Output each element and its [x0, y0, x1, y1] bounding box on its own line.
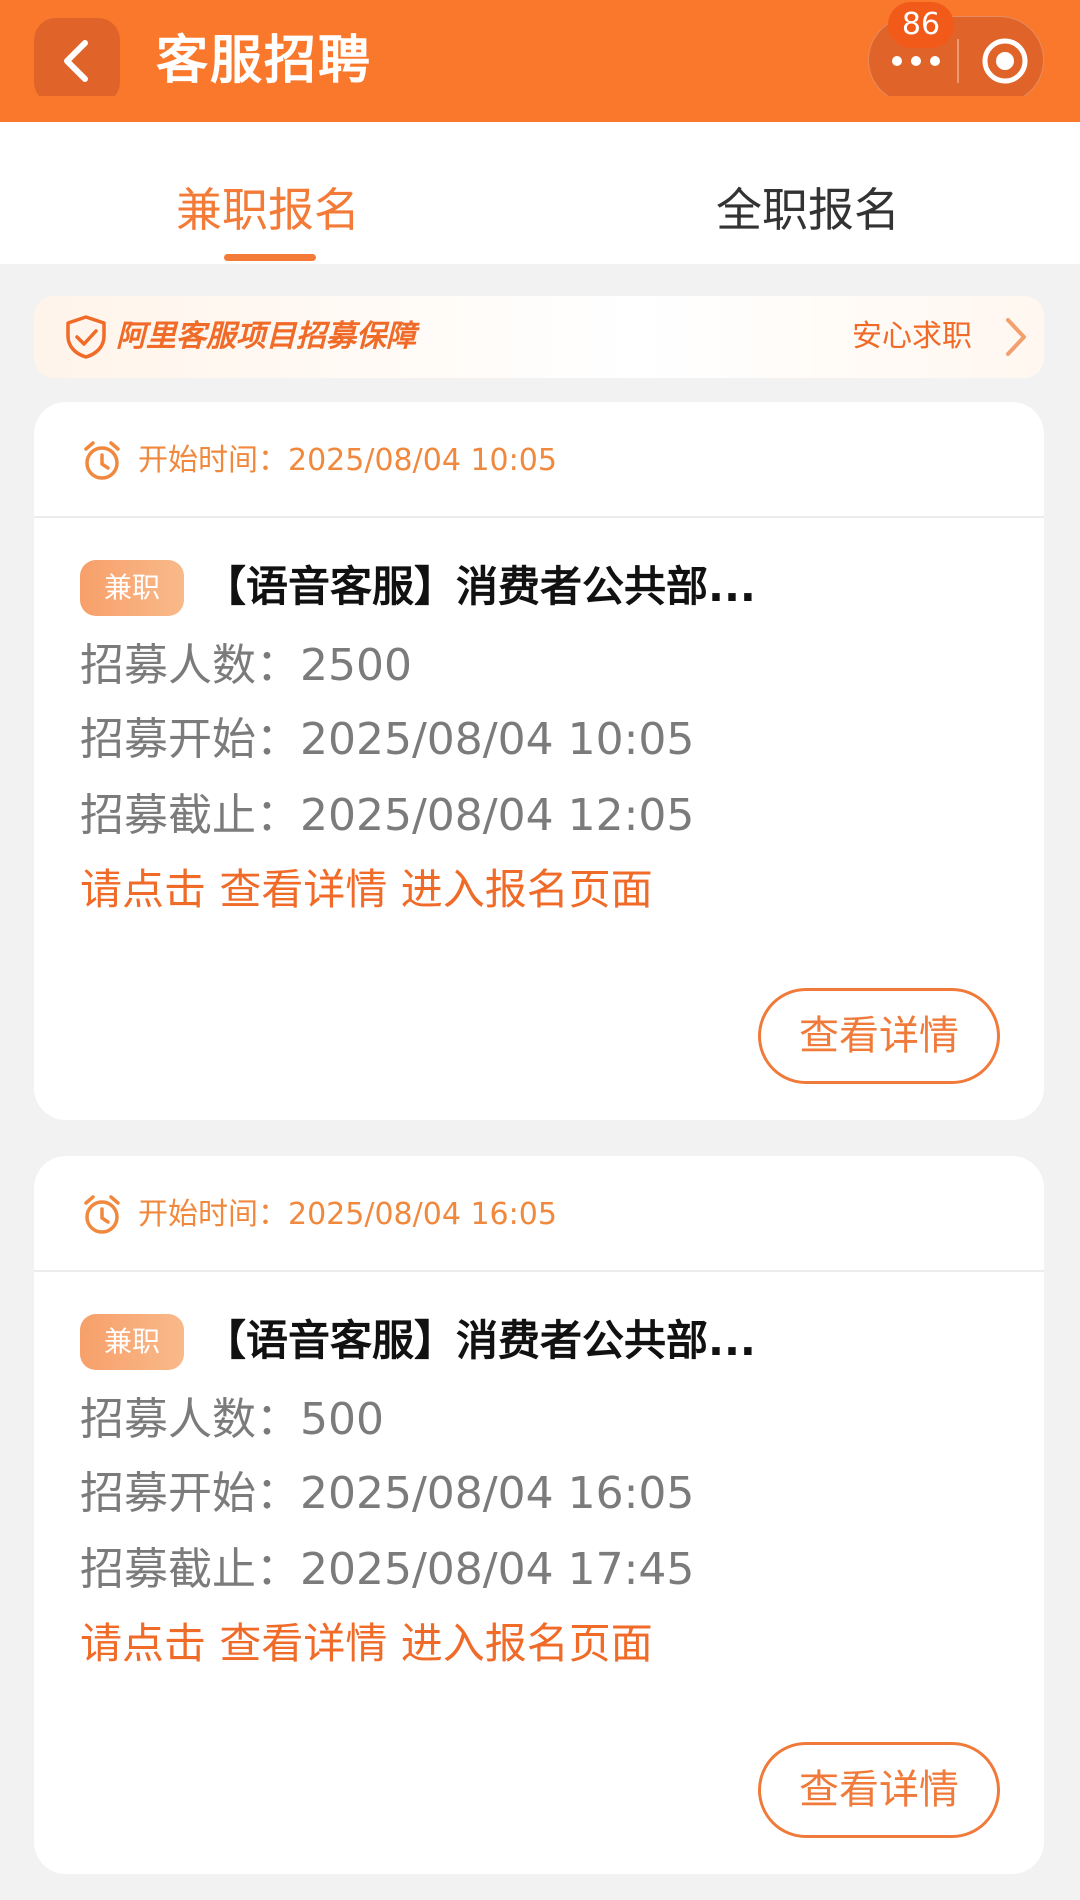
tab-part-time[interactable]: 兼职报名 — [176, 180, 360, 240]
alarm-clock-icon — [84, 1195, 120, 1234]
click-hint: 请点击 查看详情 进入报名页面 — [80, 865, 653, 914]
job-type-tag: 兼职 — [80, 560, 184, 616]
tab-full-time[interactable]: 全职报名 — [716, 180, 900, 240]
chevron-right-icon — [1006, 318, 1026, 356]
guarantee-link[interactable]: 安心求职 — [852, 314, 972, 360]
view-details-button[interactable]: 查看详情 — [758, 1742, 1000, 1838]
card-header: 开始时间：2025/08/04 10:05 — [34, 402, 1044, 518]
page-title: 客服招聘 — [156, 31, 373, 91]
job-title: 【语音客服】消费者公共部... — [204, 1316, 756, 1365]
active-tab-indicator — [224, 254, 316, 261]
card-header: 开始时间：2025/08/04 16:05 — [34, 1156, 1044, 1272]
bottom-strip — [0, 1874, 1080, 1900]
job-card[interactable]: 开始时间：2025/08/04 16:05 兼职 【语音客服】消费者公共部...… — [34, 1156, 1044, 1874]
capsule-divider — [957, 39, 959, 83]
back-arrow-icon — [64, 40, 88, 82]
more-dots-icon[interactable] — [891, 51, 941, 71]
back-button[interactable] — [34, 18, 120, 104]
recruit-start: 招募开始：2025/08/04 16:05 — [80, 1468, 695, 1519]
recruit-end: 招募截止：2025/08/04 12:05 — [80, 790, 695, 841]
alarm-clock-icon — [84, 441, 120, 480]
job-card[interactable]: 开始时间：2025/08/04 10:05 兼职 【语音客服】消费者公共部...… — [34, 402, 1044, 1120]
job-type-tag: 兼职 — [80, 1314, 184, 1370]
job-title: 【语音客服】消费者公共部... — [204, 562, 756, 611]
start-time-label: 开始时间：2025/08/04 10:05 — [138, 443, 557, 478]
notification-badge: 86 — [888, 2, 954, 48]
recruit-count: 招募人数：500 — [80, 1394, 384, 1445]
guarantee-title: 阿里客服项目招募保障 — [116, 319, 416, 354]
recruit-start: 招募开始：2025/08/04 10:05 — [80, 714, 695, 765]
close-target-icon[interactable] — [981, 37, 1029, 85]
guarantee-banner[interactable]: 阿里客服项目招募保障 安心求职 — [34, 296, 1044, 378]
view-details-button[interactable]: 查看详情 — [758, 988, 1000, 1084]
tab-bar: 兼职报名 全职报名 — [0, 122, 1080, 264]
start-time-label: 开始时间：2025/08/04 16:05 — [138, 1197, 557, 1232]
recruit-count: 招募人数：2500 — [80, 640, 412, 691]
click-hint: 请点击 查看详情 进入报名页面 — [80, 1619, 653, 1668]
shield-check-icon — [66, 315, 106, 359]
recruit-end: 招募截止：2025/08/04 17:45 — [80, 1544, 695, 1595]
